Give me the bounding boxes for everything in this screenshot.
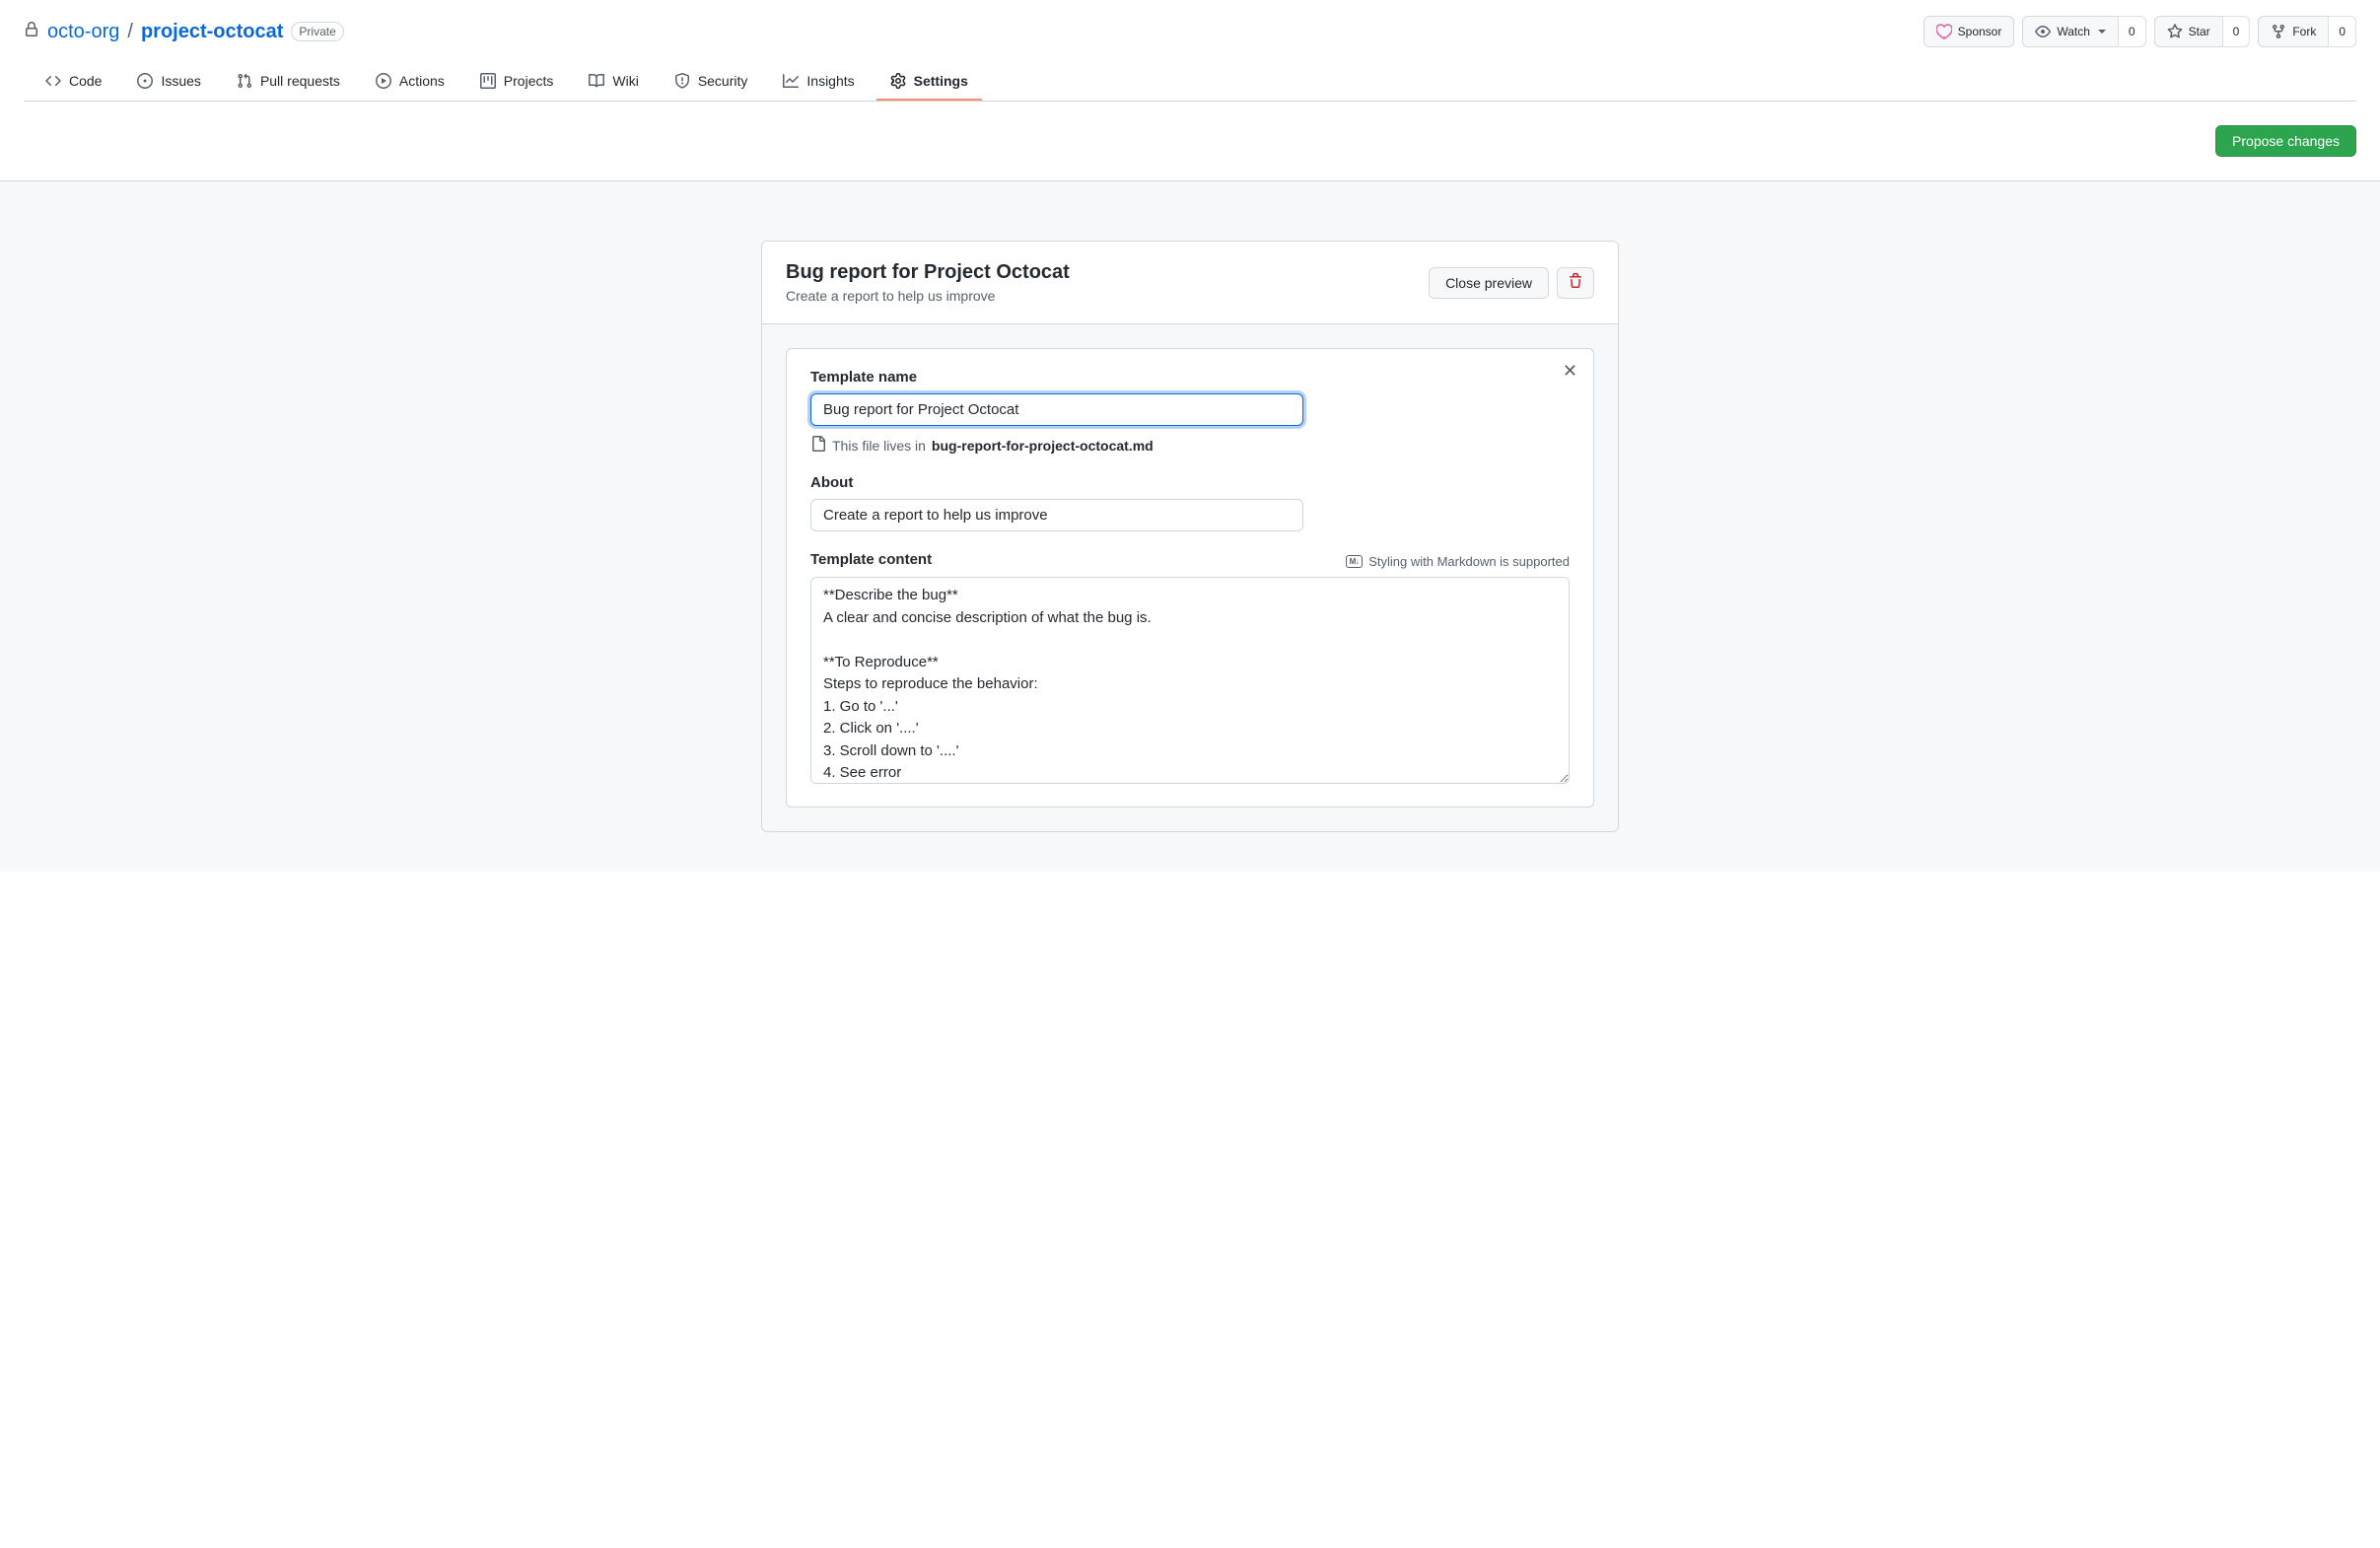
tab-label: Wiki [612,73,638,89]
fork-button[interactable]: Fork [2258,16,2328,47]
actions-icon [376,73,391,89]
tab-label: Security [698,73,748,89]
propose-changes-button[interactable]: Propose changes [2215,125,2356,157]
template-title: Bug report for Project Octocat [786,261,1070,284]
tab-label: Settings [914,73,968,89]
sponsor-label: Sponsor [1958,22,2002,41]
tab-insights[interactable]: Insights [769,63,868,101]
tab-label: Insights [806,73,854,89]
trash-icon [1568,273,1583,292]
fork-label: Fork [2292,22,2316,41]
template-name-input[interactable] [810,393,1303,426]
tab-label: Pull requests [260,73,340,89]
tab-issues[interactable]: Issues [123,63,214,101]
tab-label: Projects [504,73,554,89]
tab-code[interactable]: Code [32,63,115,101]
template-content-label: Template content [810,551,932,568]
watch-label: Watch [2057,22,2090,41]
star-count[interactable]: 0 [2222,16,2251,47]
markdown-hint[interactable]: M↓ Styling with Markdown is supported [1346,554,1570,569]
file-icon [810,436,826,455]
repo-title: octo-org / project-octocat Private [24,21,344,43]
template-name-label: Template name [810,369,1570,386]
security-icon [674,73,690,89]
code-icon [45,73,61,89]
watch-count[interactable]: 0 [2118,16,2146,47]
gear-icon [890,73,906,89]
about-input[interactable] [810,499,1303,531]
sponsor-button[interactable]: Sponsor [1924,16,2015,47]
projects-icon [480,73,496,89]
watch-button[interactable]: Watch [2022,16,2118,47]
tab-label: Code [69,73,102,89]
repo-header: octo-org / project-octocat Private Spons… [0,0,2380,102]
close-icon[interactable]: ✕ [1563,361,1577,382]
tab-actions[interactable]: Actions [362,63,458,101]
tab-label: Actions [399,73,445,89]
chevron-down-icon [2098,30,2106,34]
eye-icon [2035,24,2051,39]
tab-projects[interactable]: Projects [466,63,568,101]
template-form: ✕ Template name This file lives in bug-r… [786,348,1594,808]
org-link[interactable]: octo-org [47,21,119,43]
fork-icon [2271,24,2286,39]
about-label: About [810,474,1570,491]
tab-settings[interactable]: Settings [876,63,982,101]
heart-icon [1936,24,1952,39]
template-content-textarea[interactable] [810,577,1570,784]
path-separator: / [127,21,133,43]
insights-icon [783,73,799,89]
repo-actions: Sponsor Watch 0 Star 0 [1924,16,2356,47]
fork-count[interactable]: 0 [2328,16,2356,47]
lock-icon [24,21,39,43]
markdown-hint-text: Styling with Markdown is supported [1368,554,1570,569]
pull-request-icon [237,73,252,89]
template-editor: Bug report for Project Octocat Create a … [761,241,1619,832]
star-label: Star [2189,22,2210,41]
template-subtitle: Create a report to help us improve [786,288,1070,304]
tab-pull-requests[interactable]: Pull requests [223,63,354,101]
star-icon [2167,24,2183,39]
tab-wiki[interactable]: Wiki [575,63,652,101]
delete-template-button[interactable] [1557,267,1594,299]
file-hint-prefix: This file lives in [832,438,926,454]
star-button[interactable]: Star [2154,16,2222,47]
repo-link[interactable]: project-octocat [141,21,283,43]
file-name: bug-report-for-project-octocat.md [932,438,1154,454]
propose-bar: Propose changes [0,102,2380,181]
tab-security[interactable]: Security [661,63,762,101]
file-location-hint: This file lives in bug-report-for-projec… [810,436,1570,455]
close-preview-button[interactable]: Close preview [1429,267,1549,299]
tab-label: Issues [161,73,200,89]
markdown-icon: M↓ [1346,555,1364,568]
visibility-badge: Private [291,22,343,41]
repo-nav: Code Issues Pull requests Actions Projec… [24,63,2356,102]
issues-icon [137,73,153,89]
wiki-icon [589,73,604,89]
